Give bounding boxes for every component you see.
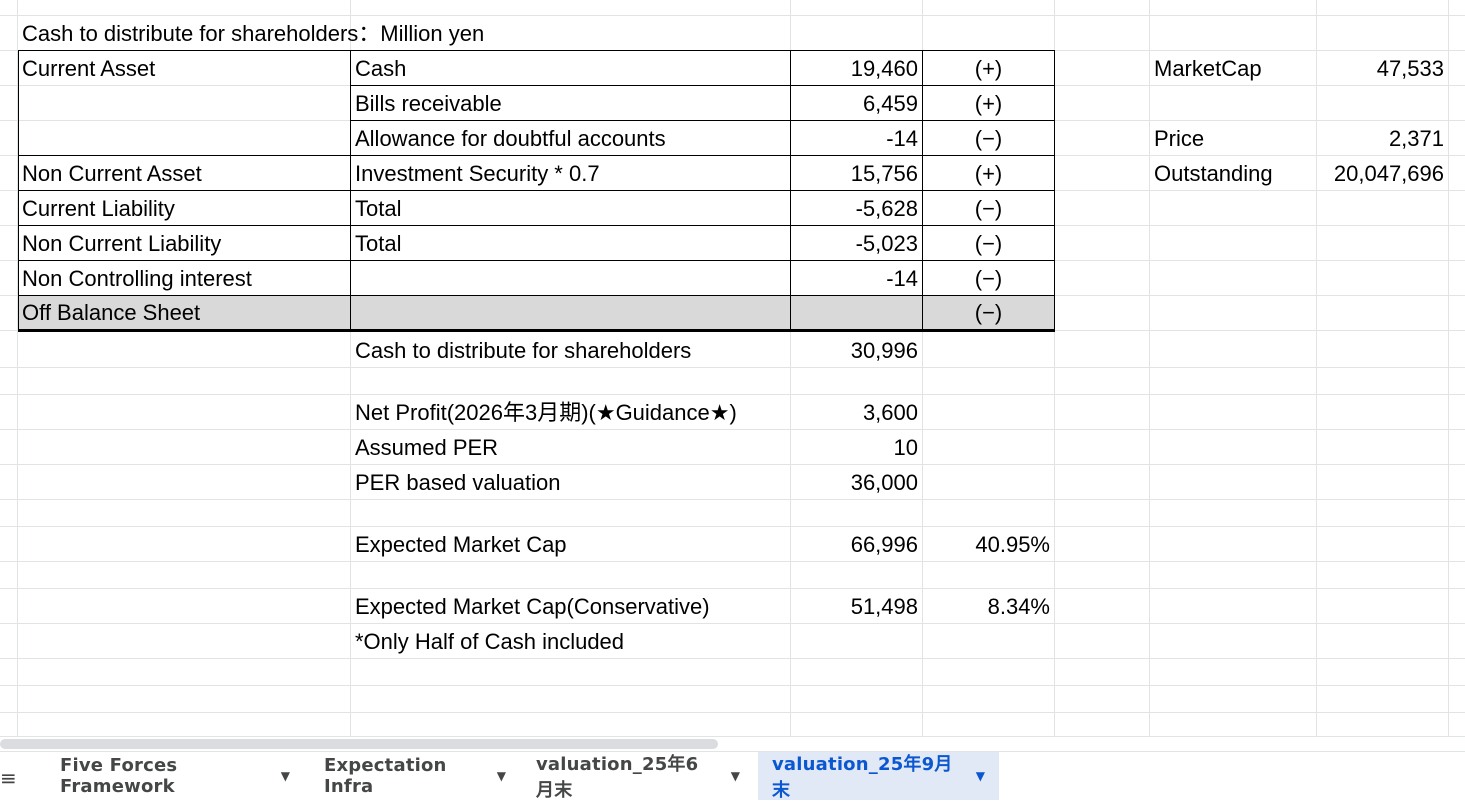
sheet-tab-bar: ≡ Five Forces Framework ▼ Expectation In… xyxy=(0,751,1465,801)
category-cell[interactable]: Non Controlling interest xyxy=(22,262,252,296)
grid-vline xyxy=(1316,0,1317,737)
item-cell[interactable]: Allowance for doubtful accounts xyxy=(355,122,666,156)
grid-vline xyxy=(1448,0,1449,737)
tab-valuation-25-9[interactable]: valuation_25年9月末 ▼ xyxy=(758,752,999,801)
cash-distribute-value[interactable]: 30,996 xyxy=(791,334,918,368)
expected-market-cap-value[interactable]: 66,996 xyxy=(791,528,918,562)
half-cash-note[interactable]: *Only Half of Cash included xyxy=(355,625,624,659)
grid-vline xyxy=(1149,0,1150,737)
item-cell[interactable]: Total xyxy=(355,192,401,226)
grid-hline xyxy=(0,464,1465,465)
expected-market-cap-label[interactable]: Expected Market Cap xyxy=(355,528,567,562)
tab-valuation-25-6[interactable]: valuation_25年6月末 ▼ xyxy=(522,752,754,801)
sign-cell[interactable]: (−) xyxy=(923,122,1054,156)
category-cell[interactable]: Off Balance Sheet xyxy=(22,296,200,330)
scrollbar-thumb[interactable] xyxy=(0,739,718,749)
sign-cell[interactable]: (+) xyxy=(923,52,1054,86)
grid-hline xyxy=(0,499,1465,500)
grid-hline xyxy=(0,561,1465,562)
expected-market-cap-cons-value[interactable]: 51,498 xyxy=(791,590,918,624)
category-cell[interactable]: Non Current Liability xyxy=(22,227,221,261)
price-label[interactable]: Price xyxy=(1154,122,1204,156)
value-cell[interactable]: 6,459 xyxy=(791,87,918,121)
tab-label: valuation_25年6月末 xyxy=(536,754,699,801)
sign-cell[interactable]: (+) xyxy=(923,87,1054,121)
hamburger-icon[interactable]: ≡ xyxy=(0,766,17,790)
value-cell[interactable]: -5,628 xyxy=(791,192,918,226)
cash-distribute-label[interactable]: Cash to distribute for shareholders xyxy=(355,334,691,368)
category-cell[interactable]: Current Liability xyxy=(22,192,175,226)
sheet-title: Cash to distribute for shareholders：Mill… xyxy=(22,21,485,46)
caret-down-icon[interactable]: ▼ xyxy=(731,769,740,783)
expected-market-cap-cons-label[interactable]: Expected Market Cap(Conservative) xyxy=(355,590,710,624)
grid-hline xyxy=(0,526,1465,527)
expected-market-cap-pct[interactable]: 40.95% xyxy=(923,528,1050,562)
grid-hline xyxy=(0,588,1465,589)
value-cell[interactable]: -14 xyxy=(791,122,918,156)
net-profit-label[interactable]: Net Profit(2026年3月期)(★Guidance★) xyxy=(355,396,737,430)
grid-hline xyxy=(0,367,1465,368)
item-cell[interactable]: Cash xyxy=(355,52,406,86)
value-cell[interactable]: -14 xyxy=(791,262,918,296)
tab-expectation-infra[interactable]: Expectation Infra ▼ xyxy=(310,752,520,800)
value-cell[interactable]: 15,756 xyxy=(791,157,918,191)
category-cell[interactable]: Current Asset xyxy=(22,52,155,86)
tab-label: valuation_25年9月末 xyxy=(772,754,953,801)
grid-hline xyxy=(0,658,1465,659)
grid-hline xyxy=(0,394,1465,395)
grid-hline xyxy=(0,623,1465,624)
tab-label: Five Forces Framework xyxy=(60,755,178,797)
item-cell[interactable]: Total xyxy=(355,227,401,261)
horizontal-scrollbar[interactable] xyxy=(0,737,1465,751)
per-valuation-label[interactable]: PER based valuation xyxy=(355,466,560,500)
grid-hline xyxy=(0,712,1465,713)
grid-hline xyxy=(0,15,1465,16)
caret-down-icon[interactable]: ▼ xyxy=(281,769,290,783)
sign-cell[interactable]: (−) xyxy=(923,262,1054,296)
outstanding-value[interactable]: 20,047,696 xyxy=(1318,157,1444,191)
spreadsheet-grid[interactable]: Cash to distribute for shareholders：Mill… xyxy=(0,0,1465,737)
item-cell[interactable]: Bills receivable xyxy=(355,87,502,121)
assumed-per-value[interactable]: 10 xyxy=(791,431,918,465)
per-valuation-value[interactable]: 36,000 xyxy=(791,466,918,500)
tab-five-forces-framework[interactable]: Five Forces Framework ▼ xyxy=(46,752,304,800)
sign-cell[interactable]: (−) xyxy=(923,296,1054,330)
grid-hline xyxy=(0,685,1465,686)
price-value[interactable]: 2,371 xyxy=(1318,122,1444,156)
value-cell[interactable]: 19,460 xyxy=(791,52,918,86)
net-profit-value[interactable]: 3,600 xyxy=(791,396,918,430)
category-cell[interactable]: Non Current Asset xyxy=(22,157,202,191)
sign-cell[interactable]: (−) xyxy=(923,192,1054,226)
outstanding-label[interactable]: Outstanding xyxy=(1154,157,1273,191)
marketcap-value[interactable]: 47,533 xyxy=(1318,52,1444,86)
value-cell[interactable]: -5,023 xyxy=(791,227,918,261)
caret-down-icon[interactable]: ▼ xyxy=(497,769,506,783)
item-cell[interactable]: Investment Security * 0.7 xyxy=(355,157,600,191)
assumed-per-label[interactable]: Assumed PER xyxy=(355,431,498,465)
expected-market-cap-cons-pct[interactable]: 8.34% xyxy=(923,590,1050,624)
sign-cell[interactable]: (+) xyxy=(923,157,1054,191)
caret-down-icon[interactable]: ▼ xyxy=(976,769,985,783)
marketcap-label[interactable]: MarketCap xyxy=(1154,52,1262,86)
sign-cell[interactable]: (−) xyxy=(923,227,1054,261)
tab-label: Expectation Infra xyxy=(324,755,447,797)
